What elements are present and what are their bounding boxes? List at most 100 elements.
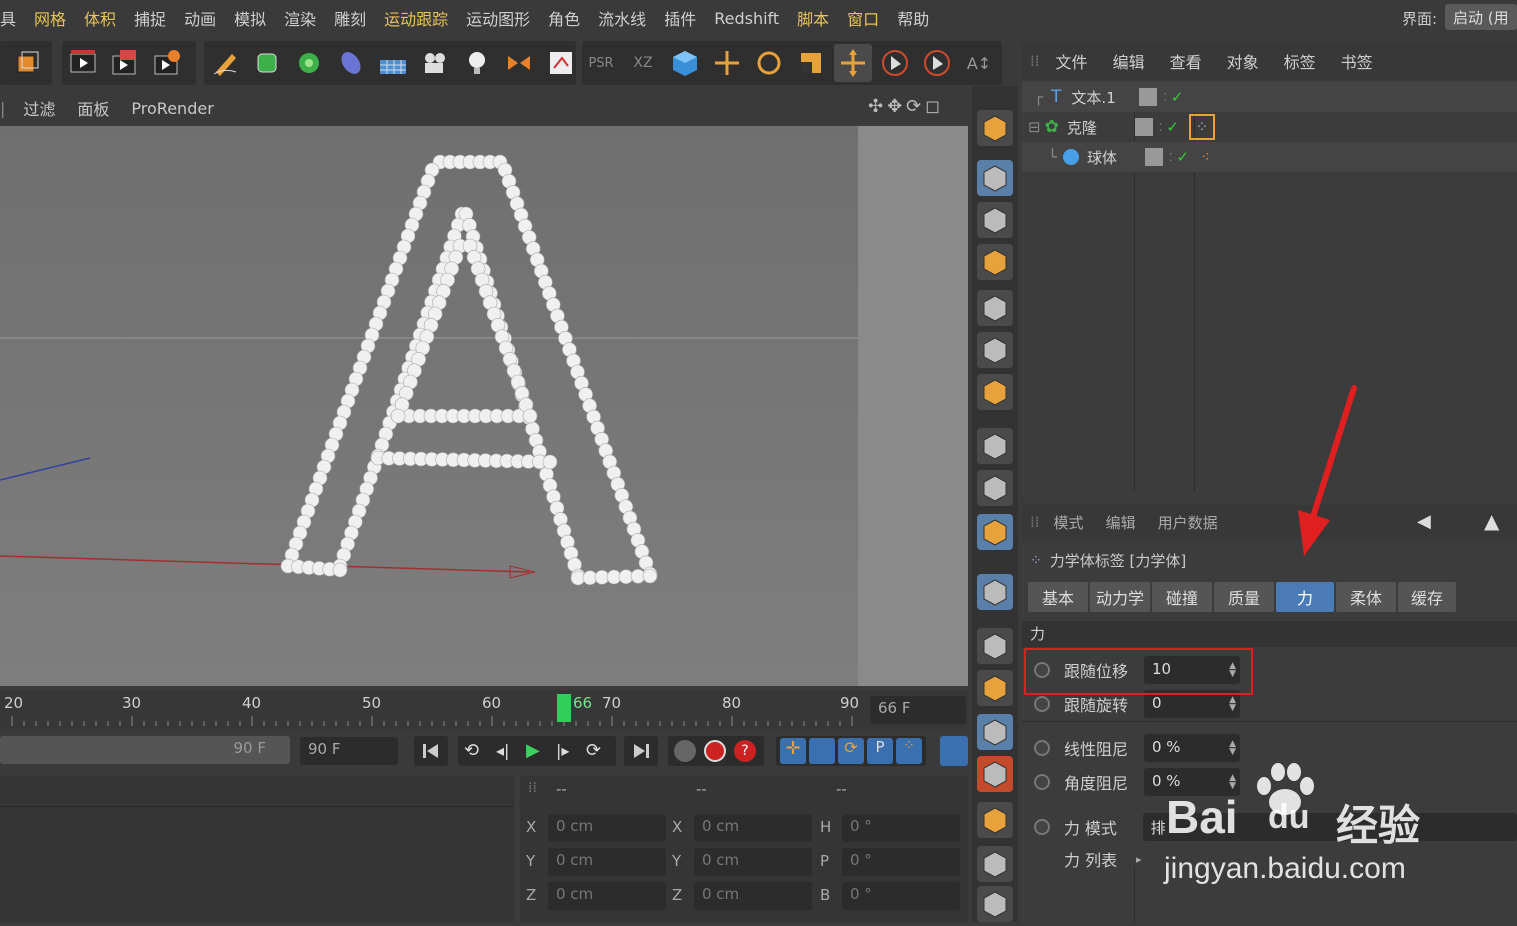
tab-force[interactable]: 力 [1276, 582, 1334, 612]
tab-cache[interactable]: 缓存 [1398, 582, 1456, 612]
render-region-icon[interactable] [977, 756, 1013, 792]
layer-icon[interactable] [1139, 88, 1158, 106]
object-row-cloner[interactable]: ⊟ ✿ 克隆 ⁚ ✓ ⁘ [1022, 112, 1517, 142]
viewport-nav-icons[interactable]: ✣✥⟳◻ [868, 96, 968, 122]
menu-item[interactable]: 运动跟踪 [375, 6, 457, 30]
rotate-icon[interactable] [750, 44, 788, 82]
cloner-icon[interactable] [290, 44, 328, 82]
light-icon[interactable] [458, 44, 496, 82]
end-frame-field[interactable]: 90 F [300, 737, 398, 765]
menu-item[interactable]: 帮助 [888, 6, 938, 30]
coord-field[interactable]: 0 cm [548, 848, 666, 876]
next-key-icon[interactable]: ⟳ [586, 740, 601, 761]
back-arrow-icon[interactable]: ◀ [1417, 511, 1431, 532]
current-frame-field[interactable]: 66 F [870, 696, 966, 724]
material-tag-icon[interactable]: ⁖ [1201, 148, 1210, 166]
deformer-icon[interactable] [332, 44, 370, 82]
key-rotation-icon[interactable]: ⟳ [838, 738, 864, 764]
prev-frame-icon[interactable]: ◂| [496, 741, 509, 760]
tab-dynamics[interactable]: 动力学 [1090, 582, 1150, 612]
import-icon[interactable] [977, 802, 1013, 838]
menu-item[interactable]: 运动图形 [457, 6, 539, 30]
menu-item[interactable]: 窗口 [838, 6, 888, 30]
visibility-dots-icon[interactable]: ⁚ [1163, 91, 1167, 104]
coord-field[interactable]: 0 cm [694, 848, 812, 876]
live-select-icon[interactable] [834, 44, 872, 82]
symmetry-icon[interactable] [500, 44, 538, 82]
object-name[interactable]: 球体 [1087, 147, 1143, 168]
coord-field[interactable]: 0 cm [548, 814, 666, 842]
tab-basic[interactable]: 基本 [1028, 582, 1088, 612]
menu-item[interactable]: 具 [0, 6, 25, 30]
menu-item[interactable]: 网格 [25, 6, 75, 30]
edges-icon[interactable] [977, 332, 1013, 368]
param-value-field[interactable]: 0 % ▲ ▼ [1144, 734, 1240, 762]
param-radio[interactable] [1034, 740, 1050, 756]
cube-add-icon[interactable] [8, 44, 46, 82]
locked-workplane-icon[interactable] [977, 670, 1013, 706]
enabled-check-icon[interactable]: ✓ [1171, 88, 1184, 106]
layer-icon[interactable] [1134, 118, 1153, 136]
scale-icon[interactable] [792, 44, 830, 82]
record-off-icon[interactable] [674, 740, 696, 762]
render-view-icon[interactable] [64, 44, 102, 82]
sketch-icon[interactable] [542, 44, 580, 82]
points-icon[interactable] [977, 290, 1013, 326]
menu-item[interactable]: 渲染 [275, 6, 325, 30]
autokey-icon[interactable] [704, 740, 726, 762]
range-slider[interactable]: 90 F [0, 736, 290, 764]
key-pla-icon[interactable]: ⁘ [896, 738, 922, 764]
attr-menu-edit[interactable]: 编辑 [1106, 512, 1136, 533]
coord-field[interactable]: 0 ° [842, 848, 960, 876]
enabled-check-icon[interactable]: ✓ [1166, 118, 1179, 136]
uv-mode-icon[interactable] [977, 244, 1013, 280]
om-menu-bookmarks[interactable]: 书签 [1341, 49, 1373, 73]
viewport-tab-prorender[interactable]: ProRender [131, 99, 213, 118]
next-frame-icon[interactable]: |▸ [556, 741, 569, 760]
snap-icon[interactable] [977, 514, 1013, 550]
menu-item[interactable]: Redshift [705, 9, 788, 28]
menu-item[interactable]: 动画 [175, 6, 225, 30]
menu-item[interactable]: 插件 [655, 6, 705, 30]
prev-key-icon[interactable]: ⟲ [464, 740, 479, 761]
menu-item[interactable]: 体积 [75, 6, 125, 30]
coord-field[interactable]: 0 ° [842, 882, 960, 910]
om-menu-objects[interactable]: 对象 [1227, 49, 1259, 73]
spinner-icon[interactable]: ▲ ▼ [1229, 696, 1236, 713]
viewport-3d[interactable] [0, 126, 968, 686]
floor-icon[interactable] [374, 44, 412, 82]
pen-icon[interactable] [206, 44, 244, 82]
polygons-icon[interactable] [977, 374, 1013, 410]
menu-item[interactable]: 角色 [539, 6, 589, 30]
collapse-icon[interactable]: ⊟ [1028, 118, 1041, 136]
key-position-icon[interactable]: ✛ [780, 738, 806, 764]
om-menu-view[interactable]: 查看 [1170, 49, 1202, 73]
coord-field[interactable]: 0 cm [548, 882, 666, 910]
menu-item[interactable]: 模拟 [225, 6, 275, 30]
move-icon[interactable] [708, 44, 746, 82]
magnet-icon[interactable] [977, 574, 1013, 610]
enabled-check-icon[interactable]: ✓ [1177, 148, 1190, 166]
rigid-body-tag-icon[interactable]: ⁘ [1188, 114, 1215, 140]
psr-icon[interactable]: PSR [582, 44, 620, 82]
axis-mode-icon[interactable] [977, 428, 1013, 464]
subdivision-icon[interactable] [248, 44, 286, 82]
attr-menu-userdata[interactable]: 用户数据 [1158, 512, 1218, 533]
select-icon[interactable] [876, 44, 914, 82]
object-row-text[interactable]: ┌ T 文本.1 ⁚ ✓ [1022, 82, 1517, 112]
keyframe-help-icon[interactable]: ? [734, 740, 756, 762]
viewport-tab-filter[interactable]: 过滤 [23, 96, 55, 120]
texture-mode-icon[interactable] [977, 202, 1013, 238]
joint-icon[interactable] [977, 846, 1013, 882]
spinner-icon[interactable]: ▲ ▼ [1229, 740, 1236, 757]
goto-start-button[interactable] [414, 736, 448, 766]
attr-menu-mode[interactable]: 模式 [1054, 512, 1084, 533]
object-name[interactable]: 克隆 [1067, 117, 1127, 138]
om-menu-edit[interactable]: 编辑 [1113, 49, 1145, 73]
visibility-dots-icon[interactable]: ⁚ [1169, 151, 1173, 164]
key-param-icon[interactable]: P [867, 738, 893, 764]
lock-axis-icon[interactable]: A↕ [960, 44, 998, 82]
play-icon[interactable]: ▶ [526, 740, 540, 761]
coord-field[interactable]: 0 ° [842, 814, 960, 842]
shield-icon[interactable] [977, 886, 1013, 922]
